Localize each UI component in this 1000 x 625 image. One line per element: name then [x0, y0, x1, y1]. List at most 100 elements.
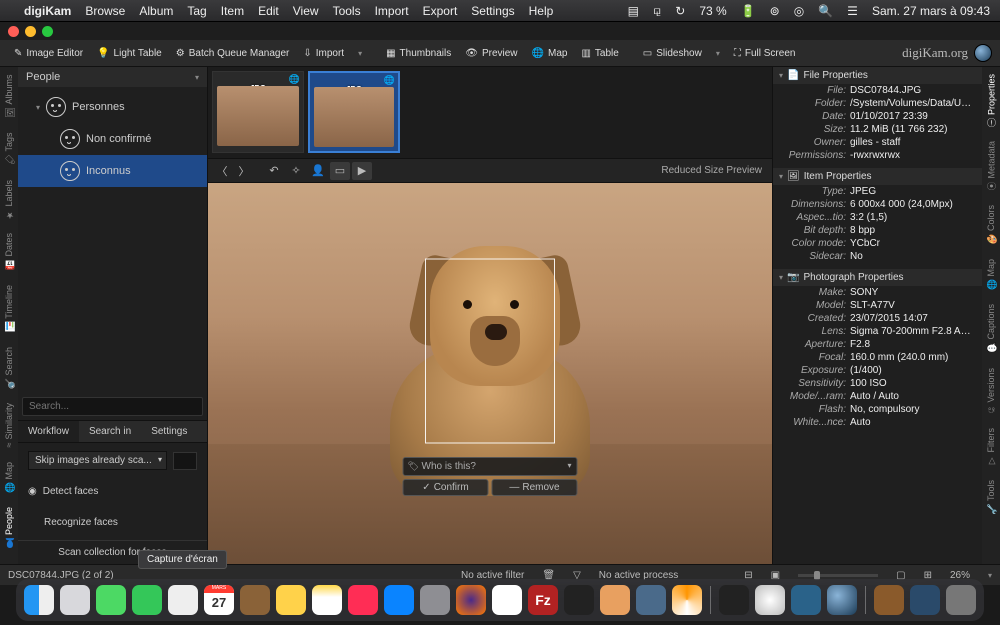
fullscreen-button[interactable]: ⛶Full Screen	[728, 45, 802, 62]
wifi-icon[interactable]: ⊚	[770, 4, 780, 18]
dock-terminal[interactable]	[564, 585, 594, 615]
menu-tools[interactable]: Tools	[333, 4, 361, 18]
dock-folder-2[interactable]	[910, 585, 940, 615]
slideshow-dropdown[interactable]: ▾	[710, 46, 726, 61]
dock-trash[interactable]	[946, 585, 976, 615]
dock-vlc[interactable]	[672, 585, 702, 615]
dock-finder[interactable]	[24, 585, 54, 615]
dock-launchpad[interactable]	[60, 585, 90, 615]
import-button[interactable]: ⇩Import	[297, 45, 350, 62]
menu-settings[interactable]: Settings	[471, 4, 514, 18]
dock-app-5[interactable]	[791, 585, 821, 615]
skip-images-select[interactable]: Skip images already sca...	[28, 451, 167, 470]
dock-facetime[interactable]	[132, 585, 162, 615]
rail-search[interactable]: 🔍Search	[3, 344, 15, 393]
preview-button[interactable]: 👁Preview	[459, 45, 523, 62]
battery-icon[interactable]: 🔋	[741, 4, 756, 18]
rail-albums[interactable]: 🖼Albums	[3, 71, 15, 121]
maximize-window-button[interactable]	[42, 26, 53, 37]
remove-button[interactable]: —Remove	[492, 479, 578, 496]
image-preview[interactable]: Who is this? ✓Confirm —Remove	[208, 183, 772, 564]
dock-firefox[interactable]	[456, 585, 486, 615]
app-name[interactable]: digiKam	[24, 4, 71, 18]
recognize-faces-button[interactable]: Recognize faces	[28, 513, 197, 532]
tab-search-in[interactable]: Search in	[79, 421, 141, 442]
map-button[interactable]: 🌐Map	[526, 45, 574, 62]
dock-appstore[interactable]	[384, 585, 414, 615]
dock-textedit[interactable]	[492, 585, 522, 615]
battery-text[interactable]: 73 %	[699, 4, 726, 18]
item-properties-header[interactable]: ▾🖼Item Properties	[773, 168, 982, 185]
detect-faces-radio[interactable]: ◉Detect faces	[28, 482, 197, 501]
close-window-button[interactable]	[8, 26, 19, 37]
dock-app-3[interactable]	[600, 585, 630, 615]
thumbnail-1[interactable]: 🌐 JPG	[212, 71, 304, 153]
brand-link[interactable]: digiKam.org	[902, 44, 992, 62]
rail-timeline[interactable]: 📊Timeline	[3, 282, 15, 336]
rail-labels[interactable]: ★Labels	[3, 177, 15, 223]
menu-album[interactable]: Album	[139, 4, 173, 18]
thumbnail-2[interactable]: 🌐 JPG	[308, 71, 400, 153]
dock-calendar[interactable]: MARS27	[204, 585, 234, 615]
people-panel-header[interactable]: People▾	[18, 67, 207, 87]
tree-inconnus[interactable]: Inconnus	[18, 155, 207, 187]
zoom-slider[interactable]	[798, 574, 878, 577]
dock-digikam[interactable]	[827, 585, 857, 615]
image-editor-button[interactable]: ✎Image Editor	[8, 45, 89, 62]
menu-export[interactable]: Export	[423, 4, 458, 18]
face-detection-box[interactable]	[425, 258, 555, 443]
rotate-left-button[interactable]: ↶	[264, 162, 284, 180]
dock-virtualbox[interactable]	[636, 585, 666, 615]
clock[interactable]: Sam. 27 mars à 09:43	[872, 4, 990, 18]
rail-versions[interactable]: ⎌Versions	[985, 365, 997, 418]
bluetooth-icon[interactable]: ⚼	[653, 3, 661, 18]
rail-captions[interactable]: 💬Captions	[985, 301, 997, 357]
dock-messages[interactable]	[96, 585, 126, 615]
confirm-button[interactable]: ✓Confirm	[403, 479, 489, 496]
rail-people[interactable]: 👤People	[3, 504, 15, 552]
dock-folder-1[interactable]	[874, 585, 904, 615]
skip-field[interactable]	[173, 452, 197, 470]
rail-metadata[interactable]: ⦿Metadata	[984, 138, 999, 194]
tag-button[interactable]: ▭	[330, 162, 350, 180]
minimize-window-button[interactable]	[25, 26, 36, 37]
import-dropdown[interactable]: ▾	[352, 46, 368, 61]
menu-tag[interactable]: Tag	[187, 4, 206, 18]
person-button[interactable]: 👤	[308, 162, 328, 180]
dock-activity[interactable]	[719, 585, 749, 615]
zoom-dropdown[interactable]: ▾	[988, 571, 992, 580]
file-properties-header[interactable]: ▾📄File Properties	[773, 67, 982, 84]
rail-map-r[interactable]: 🌐Map	[985, 256, 997, 294]
dock-notes[interactable]	[312, 585, 342, 615]
dock-settings[interactable]	[420, 585, 450, 615]
rail-tags[interactable]: 🏷Tags	[3, 129, 15, 168]
rail-properties[interactable]: ⓘProperties	[984, 71, 999, 130]
search-input[interactable]	[22, 397, 203, 416]
menu-help[interactable]: Help	[529, 4, 554, 18]
thumbnails-button[interactable]: ▦Thumbnails	[380, 45, 457, 62]
next-button[interactable]: 〉	[234, 162, 254, 180]
rail-dates[interactable]: 📅Dates	[3, 230, 15, 274]
face-tool-button[interactable]: ✧	[286, 162, 306, 180]
who-is-this-input[interactable]: Who is this?	[403, 457, 578, 476]
tree-non-confirme[interactable]: Non confirmé	[18, 123, 207, 155]
tree-personnes[interactable]: ▾Personnes	[18, 91, 207, 123]
menu-edit[interactable]: Edit	[258, 4, 279, 18]
siri-icon[interactable]: ☰	[847, 4, 858, 18]
tray-icon[interactable]: ▤	[628, 4, 639, 18]
menu-browse[interactable]: Browse	[85, 4, 125, 18]
rail-tools[interactable]: 🔧Tools	[985, 477, 997, 518]
dock-app-4[interactable]	[755, 585, 785, 615]
slideshow-button[interactable]: ▭Slideshow	[637, 45, 708, 62]
tab-settings[interactable]: Settings	[141, 421, 197, 442]
table-button[interactable]: ▥Table	[575, 45, 624, 62]
spotlight-icon[interactable]: 🔍	[818, 4, 833, 18]
rail-colors[interactable]: 🎨Colors	[985, 202, 997, 248]
dock-music[interactable]	[348, 585, 378, 615]
dock-app-2[interactable]	[276, 585, 306, 615]
menu-import[interactable]: Import	[375, 4, 409, 18]
rail-similarity[interactable]: ≈Similarity	[3, 400, 15, 450]
control-center-icon[interactable]: ◎	[794, 4, 804, 18]
play-button[interactable]: ▶	[352, 162, 372, 180]
rail-map[interactable]: 🌐Map	[3, 459, 15, 497]
